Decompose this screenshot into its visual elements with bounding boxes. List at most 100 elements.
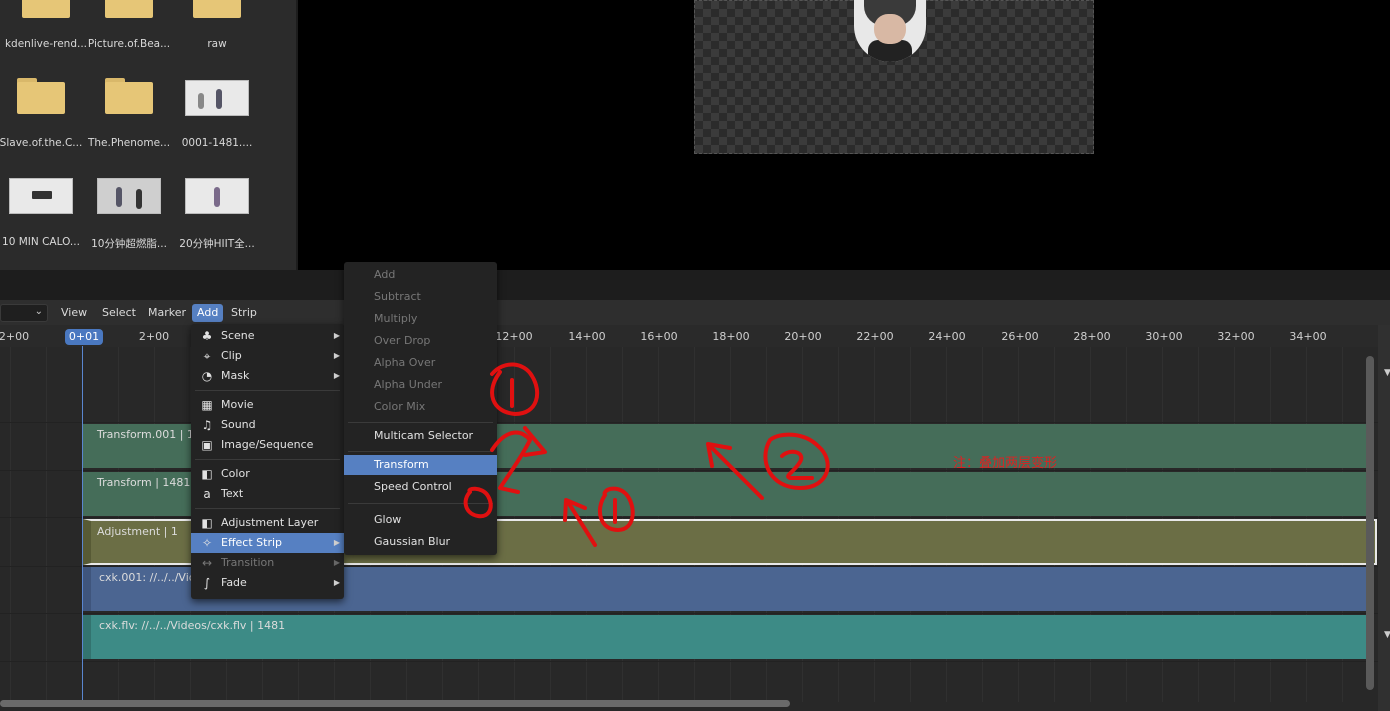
menu-label: Subtract (374, 290, 421, 303)
menu-label: Glow (374, 513, 402, 526)
ruler-tick: 2+00 (138, 330, 170, 343)
effect-multicam-selector[interactable]: Multicam Selector (344, 426, 497, 446)
playhead-frame-label[interactable]: 0+01 (65, 329, 103, 345)
file-label: Picture.of.Bea... (87, 38, 171, 50)
strip-label: Adjustment | 1 (97, 525, 178, 538)
video-thumbnail (185, 178, 249, 214)
effect-strip-submenu: Add Subtract Multiply Over Drop Alpha Ov… (344, 262, 497, 555)
file-label: 10分钟超燃脂... (91, 238, 167, 250)
effect-alpha-under[interactable]: Alpha Under (344, 375, 497, 395)
file-item[interactable]: Picture.of.Bea... (83, 0, 175, 50)
add-menu-adjustment-layer[interactable]: ◧ Adjustment Layer (191, 513, 344, 533)
submenu-arrow-icon: ▶ (333, 371, 340, 380)
folder-icon (17, 78, 65, 114)
file-label: 10 MIN CALO... (2, 236, 80, 248)
file-browser: kdenlive-rend... Picture.of.Bea... raw S… (0, 0, 296, 270)
menu-separator (348, 422, 493, 423)
menu-add[interactable]: Add (192, 304, 224, 322)
effect-alpha-over[interactable]: Alpha Over (344, 353, 497, 373)
menu-label: Effect Strip (221, 536, 283, 549)
strip-label: cxk.001: //../../Vide (99, 571, 203, 584)
effect-over-drop[interactable]: Over Drop (344, 331, 497, 351)
playhead-line[interactable] (82, 346, 83, 706)
sidebar-edge (1378, 325, 1390, 711)
menu-label: Mask (221, 369, 250, 382)
file-item[interactable]: raw (171, 0, 263, 50)
file-item[interactable]: Slave.of.the.C... (0, 78, 87, 149)
ruler-tick: 26+00 (1001, 330, 1039, 343)
horizontal-scrollbar[interactable] (0, 700, 790, 707)
folder-icon (22, 0, 70, 18)
menu-label: Over Drop (374, 334, 431, 347)
video-thumbnail (9, 178, 73, 214)
file-item[interactable]: kdenlive-rend... (0, 0, 92, 50)
effect-multiply[interactable]: Multiply (344, 309, 497, 329)
menu-marker[interactable]: Marker (143, 304, 191, 322)
add-menu-clip[interactable]: ⌖ Clip ▶ (191, 346, 344, 366)
collapse-arrow-icon[interactable]: ▼ (1384, 368, 1390, 378)
add-menu-transition[interactable]: ↔ Transition ▶ (191, 553, 344, 573)
file-label: 20分钟HIIT全... (179, 238, 255, 250)
menu-label: Color Mix (374, 400, 426, 413)
effect-gaussian-blur[interactable]: Gaussian Blur (344, 532, 497, 552)
menu-label: Speed Control (374, 480, 452, 493)
ruler-tick: 20+00 (784, 330, 822, 343)
channel-divider (0, 661, 1378, 662)
submenu-arrow-icon: ▶ (333, 351, 340, 360)
strip-label: cxk.flv: //../../Videos/cxk.flv | 1481 (99, 619, 286, 632)
ruler-tick: 16+00 (640, 330, 678, 343)
menu-label: Add (374, 268, 396, 281)
menu-separator (348, 503, 493, 504)
scene-icon: ♣ (201, 329, 213, 343)
ruler-tick: 30+00 (1145, 330, 1183, 343)
menu-strip[interactable]: Strip (226, 304, 262, 322)
grid-line (10, 347, 11, 702)
video-thumbnail (97, 178, 161, 214)
add-menu-mask[interactable]: ◔ Mask ▶ (191, 366, 344, 386)
add-menu-sound[interactable]: ♫ Sound (191, 415, 344, 435)
menu-label: Adjustment Layer (221, 516, 319, 529)
text-icon: a (203, 487, 211, 501)
effect-icon: ✧ (201, 536, 213, 550)
effect-transform[interactable]: Transform (344, 455, 497, 475)
vertical-scrollbar[interactable] (1366, 356, 1374, 690)
effect-color-mix[interactable]: Color Mix (344, 397, 497, 417)
add-menu-effect-strip[interactable]: ✧ Effect Strip ▶ (191, 533, 344, 553)
strip-cxk[interactable]: cxk.flv: //../../Videos/cxk.flv | 1481 (83, 615, 1367, 659)
add-menu-image-sequence[interactable]: ▣ Image/Sequence (191, 435, 344, 455)
view-type-dropdown[interactable]: ⌄ (0, 304, 48, 322)
mask-icon: ◔ (201, 369, 213, 383)
menu-label: Color (221, 467, 250, 480)
add-menu-movie[interactable]: ▦ Movie (191, 395, 344, 415)
menu-separator (195, 390, 340, 391)
menu-label: Multiply (374, 312, 418, 325)
file-item[interactable]: 10分钟超燃脂... (83, 178, 175, 250)
ruler-tick: 22+00 (856, 330, 894, 343)
menu-label: Multicam Selector (374, 429, 474, 442)
file-item[interactable]: 0001-1481.... (171, 80, 263, 149)
movie-icon: ▦ (201, 398, 213, 412)
menu-label: Alpha Under (374, 378, 443, 391)
effect-speed-control[interactable]: Speed Control (344, 477, 497, 497)
file-label: raw (207, 38, 227, 50)
effect-glow[interactable]: Glow (344, 510, 497, 530)
add-menu-text[interactable]: a Text (191, 484, 344, 504)
menu-label: Clip (221, 349, 242, 362)
adjustment-icon: ◧ (201, 516, 213, 530)
menu-select[interactable]: Select (97, 304, 141, 322)
add-menu-color[interactable]: ◧ Color (191, 464, 344, 484)
ruler-tick: 14+00 (568, 330, 606, 343)
strip-label: Transform.001 | 14 (97, 428, 201, 441)
menu-view[interactable]: View (56, 304, 92, 322)
add-menu-fade[interactable]: ∫ Fade ▶ (191, 573, 344, 593)
effect-subtract[interactable]: Subtract (344, 287, 497, 307)
file-item[interactable]: 20分钟HIIT全... (171, 178, 263, 250)
collapse-arrow-icon[interactable]: ▼ (1384, 630, 1390, 640)
grid-line (46, 347, 47, 702)
menu-label: Movie (221, 398, 254, 411)
file-item[interactable]: The.Phenome... (83, 78, 175, 149)
add-menu-scene[interactable]: ♣ Scene ▶ (191, 326, 344, 346)
file-item[interactable]: 10 MIN CALO... (0, 178, 87, 248)
effect-add[interactable]: Add (344, 265, 497, 285)
image-icon: ▣ (201, 438, 213, 452)
